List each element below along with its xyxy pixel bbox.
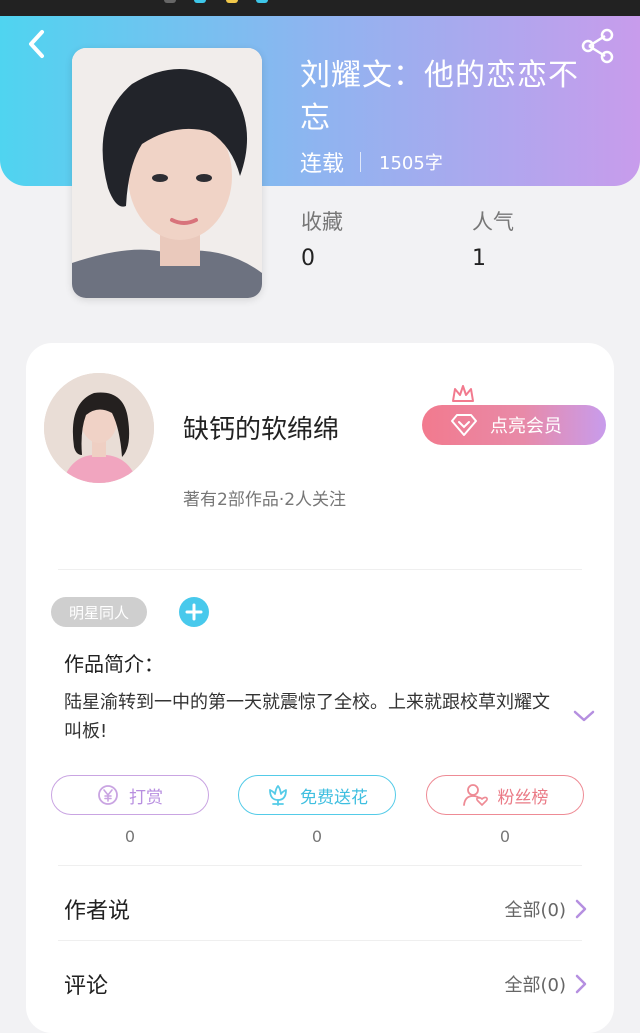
fan-count: 0 [499, 827, 511, 846]
crown-icon [452, 385, 474, 402]
flower-count: 0 [311, 827, 323, 846]
cover-portrait-image [72, 48, 262, 298]
chevron-right-icon [575, 899, 587, 919]
chevron-down-icon [573, 710, 595, 722]
status-bar [0, 0, 640, 16]
chevron-left-icon [29, 30, 44, 58]
favorites-label: 收藏 [301, 210, 343, 234]
fan-ranking-button[interactable]: 粉丝榜 [426, 775, 584, 815]
book-detail-card: 缺钙的软绵绵 点亮会员 著有2部作品·2人关注 明星同人 作品简介： 陆星渝转到… [26, 343, 614, 1033]
plus-icon [185, 603, 203, 621]
divider [58, 940, 582, 941]
diamond-icon [451, 414, 477, 436]
favorites-value: 0 [301, 246, 315, 271]
vip-label: 点亮会员 [490, 416, 562, 437]
expand-intro-button[interactable] [572, 708, 596, 724]
tip-label: 打赏 [129, 787, 163, 808]
comments-all-link[interactable]: 全部(0) [505, 971, 589, 997]
unlock-vip-button[interactable]: 点亮会员 [422, 405, 606, 445]
divider [58, 865, 582, 866]
author-says-title: 作者说 [64, 899, 131, 924]
fan-user-icon [462, 783, 488, 807]
meta-divider [360, 152, 362, 172]
send-flower-button[interactable]: 免费送花 [238, 775, 396, 815]
book-meta: 连载 1505字 [300, 147, 443, 177]
status-indicator [164, 0, 176, 3]
avatar-image [44, 373, 154, 483]
fan-ranking-label: 粉丝榜 [497, 787, 549, 808]
book-cover-image[interactable] [72, 48, 262, 298]
send-flower-label: 免费送花 [300, 787, 368, 808]
status-indicator [194, 0, 206, 3]
author-name[interactable]: 缺钙的软绵绵 [183, 409, 339, 446]
status-indicator [226, 0, 238, 3]
author-says-link-label: 全部(0) [504, 900, 567, 921]
popularity-label: 人气 [472, 210, 514, 234]
book-title: 刘耀文：他的恋恋不忘 [300, 58, 579, 136]
intro-text: 陆星渝转到一中的第一天就震惊了全校。上来就跟校草刘耀文叫板! [64, 692, 550, 742]
tip-button[interactable]: 打赏 [51, 775, 209, 815]
comments-title: 评论 [64, 974, 109, 999]
chevron-right-icon [575, 974, 587, 994]
vip-container: 点亮会员 [422, 383, 606, 445]
popularity-value: 1 [472, 246, 486, 271]
comments-link-label: 全部(0) [504, 975, 567, 996]
divider [58, 569, 582, 570]
serial-status: 连载 [300, 152, 345, 177]
word-count: 1505字 [379, 153, 443, 174]
author-stats: 著有2部作品·2人关注 [183, 490, 347, 510]
author-says-all-link[interactable]: 全部(0) [505, 896, 589, 922]
yen-coin-icon [97, 784, 119, 806]
status-indicator [256, 0, 268, 3]
tip-count: 0 [124, 827, 136, 846]
back-button[interactable] [22, 26, 54, 62]
tag-item[interactable]: 明星同人 [51, 597, 147, 627]
author-avatar[interactable] [44, 373, 154, 483]
flower-icon [266, 784, 290, 806]
add-tag-button[interactable] [179, 597, 209, 627]
intro-label: 作品简介： [64, 652, 164, 676]
